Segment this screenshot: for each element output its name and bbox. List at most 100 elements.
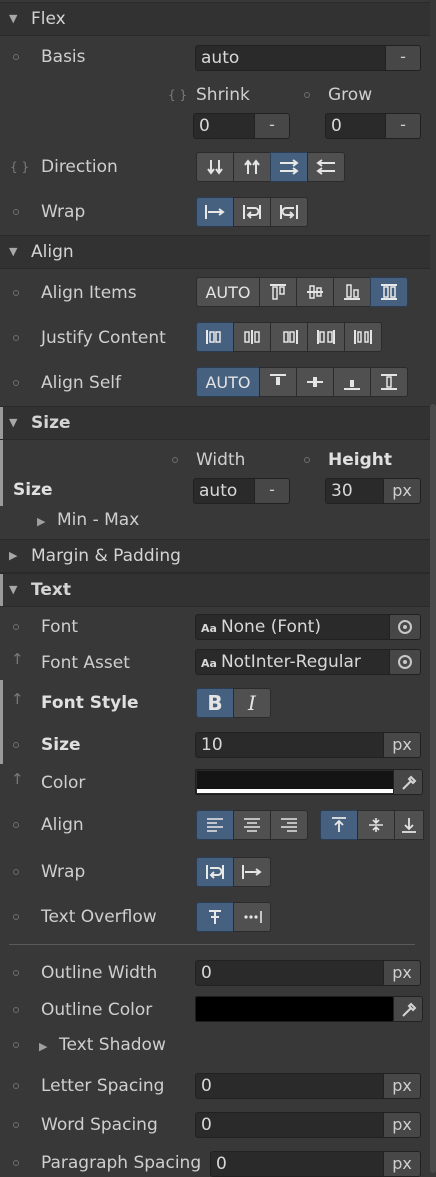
divider: [9, 944, 415, 945]
align-items-center-button[interactable]: [296, 277, 334, 307]
align-top-button[interactable]: [320, 810, 358, 840]
text-overflow-button-group: [196, 902, 271, 932]
override-indicator-icon: [13, 742, 19, 748]
override-indicator-icon: [13, 54, 19, 60]
shrink-field[interactable]: 0 -: [193, 113, 290, 139]
direction-row-reverse-button[interactable]: [307, 152, 345, 182]
align-self-stretch-button[interactable]: [370, 367, 408, 397]
paragraph-spacing-field[interactable]: 0 px: [210, 1151, 421, 1177]
grow-field[interactable]: 0 -: [325, 113, 421, 139]
outline-width-unit[interactable]: px: [383, 961, 420, 985]
direction-row-button[interactable]: [270, 152, 308, 182]
align-section-header[interactable]: ▼ Align: [0, 235, 430, 269]
word-spacing-value: 0: [201, 1115, 212, 1135]
ellipsis-icon: [244, 911, 262, 923]
eyedropper-button[interactable]: [393, 769, 423, 795]
margin-padding-section-header[interactable]: ▶ Margin & Padding: [0, 539, 430, 573]
font-size-unit[interactable]: px: [383, 733, 420, 757]
wrap-button[interactable]: [233, 197, 271, 227]
align-center-button[interactable]: [233, 810, 271, 840]
shrink-keyword-button[interactable]: -: [254, 114, 289, 138]
text-color-field[interactable]: [195, 769, 394, 795]
collapsed-triangle-icon: ▶: [9, 549, 18, 562]
row-icon: [280, 159, 299, 175]
wrap-reverse-button[interactable]: [270, 197, 308, 227]
override-indicator-icon: [13, 1083, 19, 1089]
direction-label: Direction: [41, 157, 118, 177]
grow-keyword-button[interactable]: -: [385, 114, 420, 138]
margin-padding-section-title: Margin & Padding: [31, 546, 181, 566]
object-picker-button[interactable]: [389, 615, 420, 639]
font-size-field[interactable]: 10 px: [195, 732, 421, 758]
align-self-end-button[interactable]: [333, 367, 371, 397]
outline-color-field[interactable]: [195, 996, 394, 1022]
align-items-auto-label: AUTO: [205, 282, 251, 302]
word-spacing-unit[interactable]: px: [383, 1113, 420, 1137]
text-wrap-button[interactable]: [196, 857, 234, 887]
align-self-end-icon: [344, 380, 360, 390]
align-left-button[interactable]: [196, 810, 234, 840]
align-items-start-button[interactable]: [259, 277, 297, 307]
align-items-auto-button[interactable]: AUTO: [196, 277, 260, 307]
eyedropper-button[interactable]: [393, 996, 423, 1022]
bold-toggle[interactable]: B: [196, 688, 234, 718]
justify-start-button[interactable]: [196, 322, 234, 352]
font-object-field[interactable]: Aa None (Font): [195, 614, 421, 640]
color-label: Color: [41, 773, 86, 793]
text-section-header[interactable]: ▼ Text: [0, 573, 430, 607]
height-field[interactable]: 30 px: [325, 478, 421, 504]
paragraph-spacing-unit[interactable]: px: [383, 1152, 420, 1176]
grow-label: Grow: [328, 85, 373, 105]
override-indicator-icon: [13, 290, 19, 296]
italic-toggle[interactable]: I: [233, 688, 271, 718]
min-max-foldout[interactable]: Min - Max: [57, 510, 139, 530]
size-section-header[interactable]: ▼ Size: [0, 406, 430, 440]
collapsed-triangle-icon: ▶: [37, 515, 46, 528]
text-shadow-foldout[interactable]: Text Shadow: [59, 1035, 166, 1055]
word-spacing-field[interactable]: 0 px: [195, 1112, 421, 1138]
font-asset-field[interactable]: Aa NotInter-Regular: [195, 649, 421, 675]
justify-end-button[interactable]: [270, 322, 308, 352]
align-self-center-button[interactable]: [296, 367, 334, 397]
align-middle-button[interactable]: [357, 810, 395, 840]
align-self-stretch-icon: [381, 374, 397, 390]
overflow-ellipsis-button[interactable]: [233, 902, 271, 932]
overflow-clip-button[interactable]: [196, 902, 234, 932]
align-bottom-button[interactable]: [394, 810, 424, 840]
justify-content-label: Justify Content: [41, 328, 166, 348]
justify-space-around-button[interactable]: [344, 322, 382, 352]
align-right-button[interactable]: [270, 810, 308, 840]
text-no-wrap-button[interactable]: [233, 857, 271, 887]
direction-column-button[interactable]: [196, 152, 234, 182]
width-field[interactable]: auto -: [193, 478, 290, 504]
align-self-start-button[interactable]: [259, 367, 297, 397]
flex-section-header[interactable]: ▼ Flex: [0, 2, 430, 36]
align-self-auto-button[interactable]: AUTO: [196, 367, 260, 397]
align-middle-icon: [369, 818, 383, 832]
justify-center-button[interactable]: [233, 322, 271, 352]
vertical-scrollbar[interactable]: [430, 404, 436, 1173]
font-size-label: Size: [41, 735, 81, 755]
width-keyword-button[interactable]: -: [254, 479, 289, 503]
justify-space-between-button[interactable]: [307, 322, 345, 352]
letter-spacing-unit[interactable]: px: [383, 1074, 420, 1098]
shrink-value: 0: [199, 116, 210, 136]
flex-section-title: Flex: [31, 9, 66, 29]
outline-width-value: 0: [201, 963, 212, 983]
height-unit[interactable]: px: [383, 479, 420, 503]
basis-field[interactable]: auto -: [195, 45, 421, 71]
align-items-end-button[interactable]: [333, 277, 371, 307]
direction-column-reverse-button[interactable]: [233, 152, 271, 182]
override-bar: [0, 440, 3, 506]
outline-width-field[interactable]: 0 px: [195, 960, 421, 986]
basis-keyword-button[interactable]: -: [385, 46, 420, 70]
text-align-label: Align: [41, 815, 84, 835]
align-items-stretch-button[interactable]: [370, 277, 408, 307]
object-picker-button[interactable]: [389, 650, 420, 674]
no-wrap-button[interactable]: [196, 197, 234, 227]
font-asset-label: Font Asset: [41, 653, 130, 673]
paragraph-spacing-value: 0: [216, 1154, 227, 1174]
letter-spacing-field[interactable]: 0 px: [195, 1073, 421, 1099]
align-self-auto-label: AUTO: [205, 372, 251, 392]
font-style-button-group: B I: [196, 688, 271, 718]
